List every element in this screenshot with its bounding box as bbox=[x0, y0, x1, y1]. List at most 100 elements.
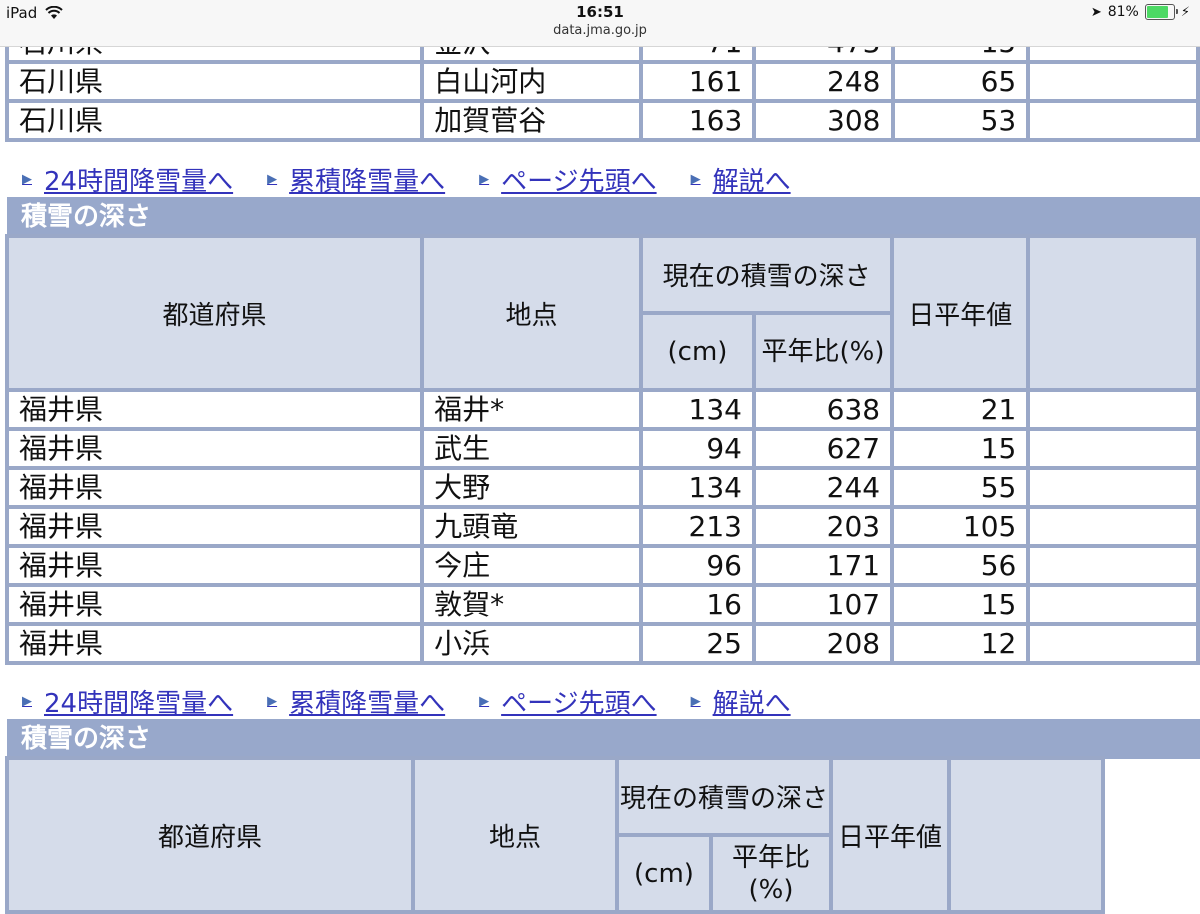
cell-depth-cm: 96 bbox=[643, 548, 752, 583]
cell-daily-normal: 56 bbox=[894, 548, 1027, 583]
cell-daily-normal: 12 bbox=[894, 626, 1027, 661]
location-arrow-icon: ➤ bbox=[1090, 4, 1102, 20]
cell-prefecture: 福井県 bbox=[9, 587, 421, 622]
link-explanation[interactable]: ▶ 解説へ bbox=[691, 683, 791, 720]
table-row: 福井県 九頭竜 213 203 105 bbox=[9, 509, 1196, 544]
header-ratio: 平年比(%) bbox=[755, 315, 891, 388]
cell-depth-cm: 94 bbox=[643, 431, 752, 466]
header-current-depth: 現在の積雪の深さ bbox=[643, 238, 891, 311]
triangle-icon: ▶ bbox=[22, 693, 32, 709]
table-row: 福井県 武生 94 627 15 bbox=[9, 431, 1196, 466]
section-title-2: 積雪の深さ bbox=[7, 719, 1200, 759]
header-cm: (cm) bbox=[643, 315, 752, 388]
cell-blank bbox=[1030, 392, 1196, 427]
table-row: 石川県 白山河内 161 248 65 bbox=[9, 64, 1196, 99]
cell-point: 小浜 bbox=[424, 626, 640, 661]
link-cumulative-snowfall[interactable]: ▶ 累積降雪量へ bbox=[267, 161, 445, 198]
cell-point: 福井* bbox=[424, 392, 640, 427]
status-right: ➤ 81% ⚡ bbox=[1091, 4, 1190, 20]
cell-blank bbox=[1030, 509, 1196, 544]
cell-ratio: 107 bbox=[755, 587, 891, 622]
cell-blank bbox=[1030, 626, 1196, 661]
next-snow-depth-table: 都道府県 地点 現在の積雪の深さ 日平年値 (cm) 平年比(%) bbox=[5, 756, 1105, 914]
cell-prefecture: 福井県 bbox=[9, 392, 421, 427]
clock: 16:51 bbox=[576, 3, 624, 21]
table-row: 福井県 大野 134 244 55 bbox=[9, 470, 1196, 505]
cell-blank bbox=[1030, 470, 1196, 505]
cell-point: 大野 bbox=[424, 470, 640, 505]
cell-point: 白山河内 bbox=[424, 64, 640, 99]
header-prefecture: 都道府県 bbox=[9, 760, 411, 910]
header-point: 地点 bbox=[424, 238, 640, 388]
cell-point: 武生 bbox=[424, 431, 640, 466]
status-bar: iPad 16:51 data.jma.go.jp ➤ 81% ⚡ bbox=[0, 0, 1200, 47]
header-current-depth: 現在の積雪の深さ bbox=[619, 760, 829, 833]
cell-prefecture: 石川県 bbox=[9, 103, 421, 138]
cell-depth-cm: 134 bbox=[643, 392, 752, 427]
cell-point: 九頭竜 bbox=[424, 509, 640, 544]
cell-ratio: 203 bbox=[755, 509, 891, 544]
link-page-top[interactable]: ▶ ページ先頭へ bbox=[479, 683, 656, 720]
cell-point: 今庄 bbox=[424, 548, 640, 583]
cell-daily-normal: 21 bbox=[894, 392, 1027, 427]
header-daily-normal: 日平年値 bbox=[833, 760, 947, 910]
charging-bolt-icon: ⚡ bbox=[1180, 4, 1190, 20]
triangle-icon: ▶ bbox=[690, 171, 701, 187]
triangle-icon: ▶ bbox=[690, 693, 701, 709]
cell-daily-normal: 55 bbox=[894, 470, 1027, 505]
header-blank bbox=[1030, 238, 1196, 388]
cell-depth-cm: 161 bbox=[643, 64, 753, 99]
header-prefecture: 都道府県 bbox=[9, 238, 421, 388]
cell-daily-normal: 15 bbox=[894, 431, 1027, 466]
cell-depth-cm: 25 bbox=[643, 626, 752, 661]
cell-ratio: 244 bbox=[755, 470, 891, 505]
nav-links: ▶ 24時間降雪量へ ▶ 累積降雪量へ ▶ ページ先頭へ ▶ 解説へ bbox=[22, 161, 825, 198]
triangle-icon: ▶ bbox=[479, 693, 490, 709]
battery-percent: 81% bbox=[1107, 4, 1139, 20]
cell-daily-normal: 105 bbox=[894, 509, 1027, 544]
cell-point: 敦賀* bbox=[424, 587, 640, 622]
cell-blank bbox=[1030, 103, 1196, 138]
section-title: 積雪の深さ bbox=[7, 197, 1200, 237]
cell-prefecture: 福井県 bbox=[9, 626, 421, 661]
link-cumulative-snowfall[interactable]: ▶ 累積降雪量へ bbox=[267, 683, 445, 720]
cell-point: 加賀菅谷 bbox=[424, 103, 640, 138]
cell-ratio: 248 bbox=[756, 64, 891, 99]
link-page-top[interactable]: ▶ ページ先頭へ bbox=[479, 161, 656, 198]
cell-depth-cm: 16 bbox=[643, 587, 752, 622]
link-explanation[interactable]: ▶ 解説へ bbox=[691, 161, 791, 198]
cell-prefecture: 石川県 bbox=[9, 64, 421, 99]
cell-depth-cm: 163 bbox=[643, 103, 753, 138]
triangle-icon: ▶ bbox=[267, 693, 278, 709]
cell-prefecture: 福井県 bbox=[9, 431, 421, 466]
cell-daily-normal: 15 bbox=[894, 587, 1027, 622]
triangle-icon: ▶ bbox=[479, 171, 490, 187]
table-row: 福井県 小浜 25 208 12 bbox=[9, 626, 1196, 661]
cell-blank bbox=[1030, 431, 1196, 466]
cell-prefecture: 福井県 bbox=[9, 548, 421, 583]
header-daily-normal: 日平年値 bbox=[894, 238, 1027, 388]
cell-ratio: 627 bbox=[755, 431, 891, 466]
header-ratio: 平年比(%) bbox=[713, 837, 829, 910]
link-24h-snowfall[interactable]: ▶ 24時間降雪量へ bbox=[22, 161, 233, 198]
table-row: 福井県 今庄 96 171 56 bbox=[9, 548, 1196, 583]
table-row: 福井県 福井* 134 638 21 bbox=[9, 392, 1196, 427]
cell-prefecture: 福井県 bbox=[9, 509, 421, 544]
header-blank bbox=[951, 760, 1101, 910]
cell-blank bbox=[1030, 548, 1196, 583]
cell-blank bbox=[1030, 587, 1196, 622]
cell-depth-cm: 213 bbox=[643, 509, 752, 544]
fukui-snow-depth-table: 都道府県 地点 現在の積雪の深さ 日平年値 (cm) 平年比(%) 福井県 福井*… bbox=[5, 234, 1200, 665]
cell-daily-normal: 65 bbox=[894, 64, 1027, 99]
table-row: 福井県 敦賀* 16 107 15 bbox=[9, 587, 1196, 622]
cell-depth-cm: 134 bbox=[643, 470, 752, 505]
battery-icon bbox=[1144, 4, 1178, 20]
cell-daily-normal: 53 bbox=[894, 103, 1027, 138]
url-bar[interactable]: data.jma.go.jp bbox=[0, 23, 1200, 38]
cell-ratio: 171 bbox=[755, 548, 891, 583]
link-24h-snowfall[interactable]: ▶ 24時間降雪量へ bbox=[22, 683, 233, 720]
table-row: 石川県 加賀菅谷 163 308 53 bbox=[9, 103, 1196, 138]
cell-ratio: 208 bbox=[755, 626, 891, 661]
nav-links-2: ▶ 24時間降雪量へ ▶ 累積降雪量へ ▶ ページ先頭へ ▶ 解説へ bbox=[22, 683, 825, 720]
cell-blank bbox=[1030, 64, 1196, 99]
